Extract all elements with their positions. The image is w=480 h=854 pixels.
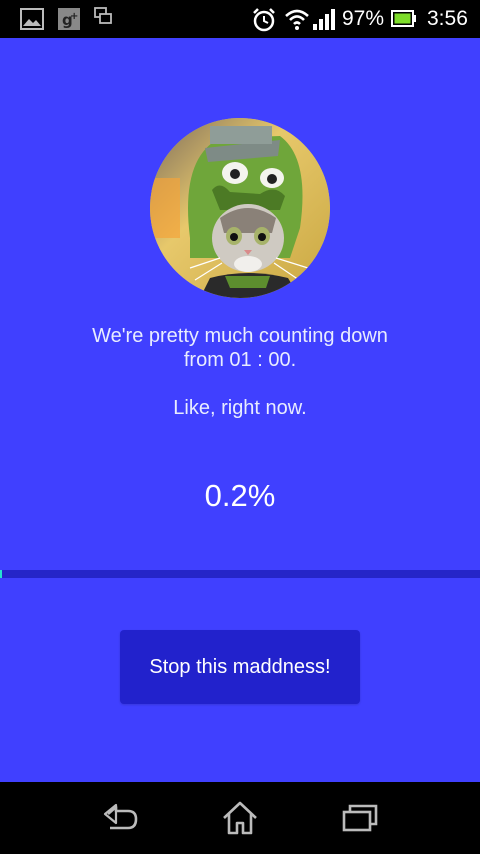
alarm-icon <box>253 8 275 32</box>
countdown-message-line-1: We're pretty much counting down <box>92 325 388 347</box>
back-icon[interactable] <box>100 800 140 836</box>
home-icon[interactable] <box>220 800 260 836</box>
navigation-bar <box>0 782 480 854</box>
stop-button[interactable]: Stop this maddness! <box>120 630 360 704</box>
countdown-message-line-2: from 01 : 00. <box>183 349 297 371</box>
recent-apps-icon[interactable] <box>340 800 380 836</box>
countdown-message-line-3: Like, right now. <box>173 397 307 419</box>
progress-bar <box>0 570 480 578</box>
status-bar: g + 97% 3:56 <box>0 0 480 38</box>
battery-percent: 97% <box>342 7 385 30</box>
signal-icon <box>313 9 335 30</box>
cat-in-costume-avatar-icon <box>150 118 330 298</box>
countdown-screen: We're pretty much counting down from 01 … <box>0 38 480 782</box>
gallery-icon <box>20 8 44 30</box>
progress-bar-fill <box>0 570 2 578</box>
battery-icon <box>391 10 416 27</box>
cat-avatar <box>150 118 330 298</box>
google-plus-icon: g + <box>58 8 80 30</box>
multi-window-icon <box>94 7 112 24</box>
wifi-icon <box>285 9 309 30</box>
clock-time: 3:56 <box>427 7 468 30</box>
progress-percentage: 0.2% <box>204 478 276 513</box>
svg-text:+: + <box>70 11 78 22</box>
